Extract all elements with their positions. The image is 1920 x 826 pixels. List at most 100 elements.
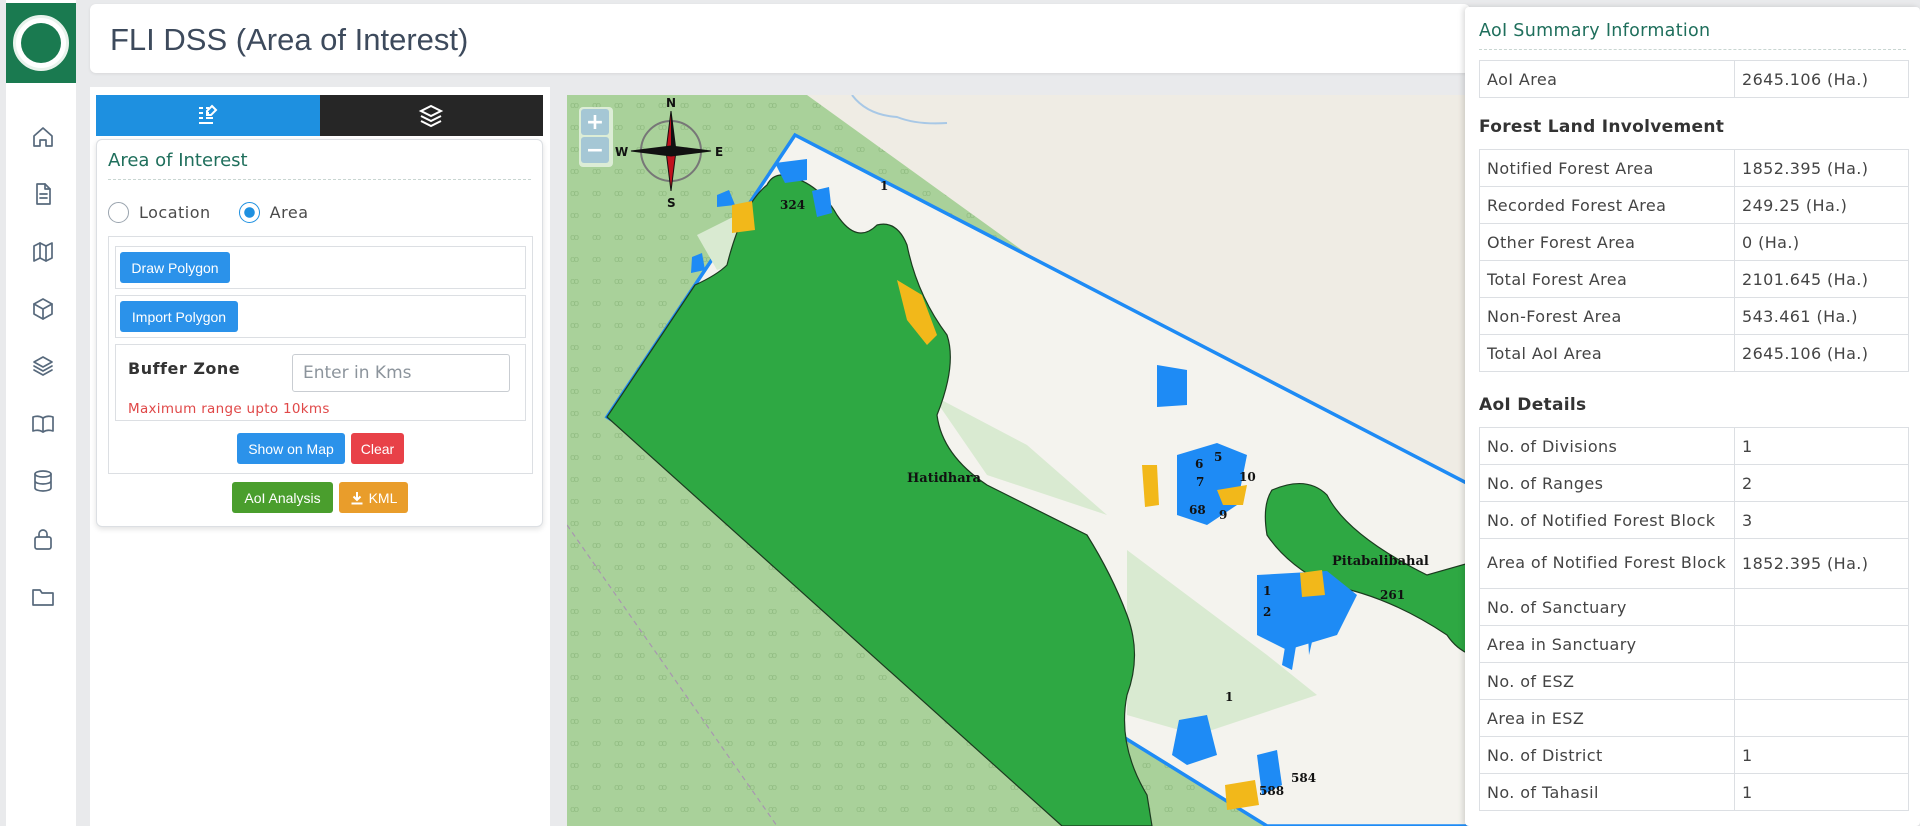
map-label-10: 10 [1239, 470, 1256, 484]
document-icon[interactable] [30, 181, 56, 207]
recorded-patch [732, 201, 755, 233]
table-row: No. of Sanctuary [1479, 588, 1909, 626]
table-row: No. of Notified Forest Block 3 [1479, 501, 1909, 539]
page-header: FLI DSS (Area of Interest) [90, 4, 1470, 73]
list-edit-icon [198, 104, 218, 124]
sidebar [6, 0, 76, 826]
row-value: 2101.645 (Ha.) [1734, 260, 1909, 298]
row-label: No. of ESZ [1479, 662, 1735, 700]
draw-polygon-row: Draw Polygon [115, 246, 526, 289]
map-canvas: ꝏ [567, 95, 1470, 826]
zoom-out-button[interactable]: − [581, 137, 609, 163]
tab-layers[interactable] [319, 95, 543, 136]
lock-icon[interactable] [30, 526, 56, 552]
map-label-261: 261 [1380, 588, 1405, 602]
map-label-9: 9 [1219, 508, 1227, 522]
compass-north: N [666, 96, 676, 110]
map-label-hatidhara: Hatidhara [907, 471, 981, 486]
row-value [1734, 588, 1909, 626]
row-value: 0 (Ha.) [1734, 223, 1909, 261]
buffer-zone-label: Buffer Zone [128, 359, 241, 378]
layers-icon[interactable] [30, 353, 56, 379]
clear-button[interactable]: Clear [351, 433, 404, 464]
map-label-1-south: 1 [1225, 690, 1233, 704]
map-label-1-east: 1 [1263, 584, 1271, 598]
row-value: 1 [1734, 736, 1909, 774]
map-view[interactable]: ꝏ [567, 95, 1470, 826]
row-value: 1 [1734, 427, 1909, 465]
row-label: Total AoI Area [1479, 334, 1735, 372]
buffer-zone-input[interactable] [292, 354, 510, 392]
table-row: No. of Divisions 1 [1479, 427, 1909, 465]
row-label: No. of District [1479, 736, 1735, 774]
row-label: AoI Area [1479, 60, 1735, 98]
table-row: Area of Notified Forest Block 1852.395 (H… [1479, 538, 1909, 589]
import-polygon-button[interactable]: Import Polygon [120, 301, 238, 332]
tab-area-of-interest[interactable] [96, 95, 320, 136]
row-label: Area of Notified Forest Block [1479, 538, 1735, 589]
table-row: Recorded Forest Area 249.25 (Ha.) [1479, 186, 1909, 224]
table-row: No. of Tahasil 1 [1479, 773, 1909, 811]
location-radio-label[interactable]: Location [139, 203, 211, 222]
import-polygon-row: Import Polygon [115, 295, 526, 338]
row-label: Total Forest Area [1479, 260, 1735, 298]
zoom-in-button[interactable]: + [581, 109, 609, 135]
divider [1479, 49, 1906, 50]
odisha-forest-logo[interactable] [6, 3, 76, 83]
kml-label: KML [368, 489, 398, 506]
database-icon[interactable] [30, 468, 56, 494]
zoom-control: + − [579, 107, 613, 167]
show-on-map-button[interactable]: Show on Map [237, 433, 345, 464]
table-row: Total Forest Area 2101.645 (Ha.) [1479, 260, 1909, 298]
home-icon[interactable] [30, 124, 56, 150]
map-label-584: 584 [1291, 771, 1316, 785]
book-icon[interactable] [30, 411, 56, 437]
row-label: No. of Ranges [1479, 464, 1735, 502]
row-value: 1 [1734, 773, 1909, 811]
map-label-pitabalibahal: Pitabalibahal [1332, 554, 1429, 569]
location-radio[interactable] [108, 202, 129, 223]
row-label: Other Forest Area [1479, 223, 1735, 261]
table-row: Area in Sanctuary [1479, 625, 1909, 663]
compass-west: W [615, 145, 628, 159]
map-label-588: 588 [1259, 784, 1284, 798]
map-label-7: 7 [1196, 475, 1204, 489]
map-label-324: 324 [780, 198, 805, 212]
download-icon [351, 491, 363, 504]
divider [108, 179, 531, 180]
cube-icon[interactable] [30, 296, 56, 322]
draw-polygon-button[interactable]: Draw Polygon [120, 252, 230, 283]
area-options-box: Draw Polygon Import Polygon Buffer Zone … [108, 236, 533, 474]
kml-download-button[interactable]: KML [339, 482, 408, 513]
table-row: No. of Ranges 2 [1479, 464, 1909, 502]
row-value: 2 [1734, 464, 1909, 502]
buffer-zone-note: Maximum range upto 10kms [128, 401, 330, 417]
row-label: No. of Tahasil [1479, 773, 1735, 811]
row-value: 249.25 (Ha.) [1734, 186, 1909, 224]
table-row: Other Forest Area 0 (Ha.) [1479, 223, 1909, 261]
forest-land-table: Notified Forest Area 1852.395 (Ha.) Recor… [1479, 149, 1909, 372]
folder-icon[interactable] [30, 583, 56, 609]
summary-title: AoI Summary Information [1479, 21, 1711, 41]
recorded-patch [1300, 570, 1325, 597]
aoi-analysis-button[interactable]: AoI Analysis [232, 482, 333, 513]
compass-south: S [667, 196, 676, 210]
aoi-details-heading: AoI Details [1479, 395, 1587, 415]
row-value [1734, 699, 1909, 737]
aoi-mode-radio-group: Location Area [108, 202, 337, 223]
map-icon[interactable] [30, 239, 56, 265]
area-radio[interactable] [238, 202, 260, 223]
aoi-summary-panel: AoI Summary Information AoI Area 2645.10… [1465, 7, 1920, 826]
row-label: Notified Forest Area [1479, 149, 1735, 187]
row-label: No. of Sanctuary [1479, 588, 1735, 626]
table-row: Total AoI Area 2645.106 (Ha.) [1479, 334, 1909, 372]
row-value: 3 [1734, 501, 1909, 539]
aoi-details-table: No. of Divisions 1 No. of Ranges 2 No. of … [1479, 427, 1909, 811]
notified-patch [1157, 365, 1187, 407]
recorded-patch [1225, 780, 1259, 810]
row-label: No. of Divisions [1479, 427, 1735, 465]
area-radio-label[interactable]: Area [270, 203, 309, 222]
control-panel: Area of Interest Location Area Draw Poly… [90, 87, 550, 826]
forest-land-heading: Forest Land Involvement [1479, 117, 1725, 137]
map-label-5: 5 [1214, 450, 1222, 464]
